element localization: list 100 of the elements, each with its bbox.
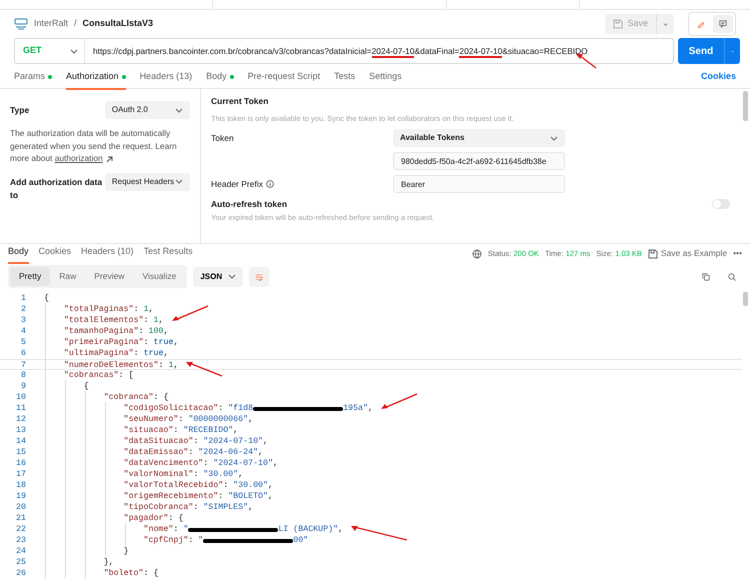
code-text: "valorTotalRecebido": "30.00",: [124, 480, 273, 491]
request-name: ConsultaLIstaV3: [82, 17, 154, 30]
line-number: 12: [15, 414, 27, 425]
line-number: 16: [15, 458, 27, 469]
globe-icon: [472, 248, 482, 258]
info-icon: [266, 180, 274, 188]
code-text: "primeiraPagina": true,: [64, 337, 178, 348]
code-text: "pagador": {: [124, 513, 184, 524]
line-number: 8: [20, 370, 27, 381]
request-tab[interactable]: Headers (13): [140, 70, 192, 90]
more-options-button[interactable]: •••: [733, 247, 742, 260]
workspace-name[interactable]: InterRalt: [34, 17, 68, 31]
code-text: 195a",: [343, 403, 373, 414]
auto-refresh-label: Auto-refresh token: [211, 198, 288, 211]
code-text: },: [104, 557, 114, 568]
code-text: "cobrancas": [: [64, 370, 134, 381]
code-text: 00": [293, 535, 308, 546]
code-text: "seuNumero": "0000000066",: [124, 414, 254, 425]
code-text: {: [84, 381, 89, 392]
line-number: 9: [20, 381, 27, 392]
request-tab[interactable]: Pre-request Script: [248, 70, 320, 90]
response-tab[interactable]: Cookies: [38, 243, 72, 264]
line-number: 10: [15, 392, 27, 403]
view-tab[interactable]: Visualize: [133, 267, 186, 286]
line-number: 6: [20, 348, 27, 359]
request-tab[interactable]: Params: [14, 70, 52, 90]
code-text: "dataVencimento": "2024-07-10",: [124, 458, 278, 469]
comment-icon: [719, 19, 727, 29]
line-number: 26: [15, 568, 27, 579]
view-tab[interactable]: Preview: [85, 267, 134, 286]
line-number: 23: [15, 535, 27, 546]
cookies-link[interactable]: Cookies: [700, 70, 736, 84]
save-as-example-button[interactable]: Save as Example: [648, 247, 728, 260]
line-number: 24: [15, 546, 27, 557]
line-number: 15: [15, 447, 27, 458]
code-text: "boleto": {: [104, 568, 158, 579]
line-number: 18: [15, 480, 27, 491]
field-label: Token: [211, 132, 234, 144]
copy-icon: [702, 272, 710, 282]
code-text: "numeroDeElementos": 1,: [64, 360, 178, 371]
line-number: 20: [15, 502, 27, 513]
request-tab[interactable]: Tests: [334, 70, 356, 90]
caret-icon: [550, 134, 558, 142]
line-number: 13: [15, 425, 27, 436]
view-tab[interactable]: Pretty: [10, 267, 50, 286]
token-field[interactable]: 980dedd5-f50a-4c2f-a692-611645dfb38e: [393, 152, 565, 170]
code-text: "totalElementos": 1,: [64, 315, 164, 326]
external-link-icon: [106, 156, 113, 162]
view-tab[interactable]: Raw: [50, 267, 86, 286]
line-number: 21: [15, 513, 27, 524]
format-dropdown[interactable]: JSON: [193, 266, 244, 286]
section-title: Current Token: [211, 95, 270, 108]
token-dropdown[interactable]: Available Tokens: [393, 129, 565, 147]
header-prefix-field[interactable]: Bearer: [393, 175, 565, 193]
line-number: 22: [15, 524, 27, 535]
code-text: "tamanhoPagina": 100,: [64, 326, 168, 337]
search-icon: [728, 272, 736, 282]
url-field[interactable]: https://cdpj.partners.bancointer.com.br/cobranca/v3/cobrancas?dataInicial=2024-07-10&dataFinal=2024-07-10&situacao=RECEBIDO: [85, 44, 588, 58]
code-text: "origemRecebimento": "BOLETO",: [124, 491, 273, 502]
line-number: 4: [20, 326, 27, 337]
line-number: 19: [15, 491, 27, 502]
line-number: 17: [15, 469, 27, 480]
code-text: {: [44, 293, 49, 304]
request-tab[interactable]: Settings: [369, 70, 402, 90]
scrollbar-thumb[interactable]: [743, 292, 748, 306]
type-dropdown[interactable]: OAuth 2.0: [104, 101, 190, 119]
code-text: "tipoCobranca": "SIMPLES",: [124, 502, 254, 513]
http-icon: [14, 18, 28, 30]
response-tab[interactable]: Headers (10): [81, 243, 134, 264]
breadcrumb-separator: /: [74, 17, 77, 30]
scrollbar-thumb[interactable]: [743, 91, 748, 121]
code-text: "ultimaPagina": true,: [64, 348, 168, 359]
comments-button[interactable]: [713, 15, 733, 33]
code-text: "dataEmissao": "2024-06-24",: [124, 447, 264, 458]
line-number: 5: [20, 337, 27, 348]
field-label: Header Prefix: [211, 178, 263, 190]
auto-refresh-toggle[interactable]: [712, 199, 730, 210]
code-text: "dataSituacao": "2024-07-10",: [124, 436, 268, 447]
add-authorization-label: Add authorization data to: [10, 176, 104, 202]
type-label: Type: [10, 104, 30, 117]
request-tab[interactable]: Body: [206, 70, 234, 90]
save-icon: [648, 248, 658, 258]
caret-icon: [175, 178, 183, 186]
code-text: "valorNominal": "30.00",: [124, 469, 244, 480]
line-number: 25: [15, 557, 27, 568]
request-tab[interactable]: Authorization: [66, 70, 126, 90]
line-number: 3: [20, 315, 27, 326]
description-text: The authorization data will be automatically generated when you send the request. Learn more about authorization: [10, 127, 178, 165]
code-text: "cobranca": {: [104, 392, 168, 403]
line-number: 7: [20, 360, 27, 371]
response-tab[interactable]: Test Results: [144, 243, 193, 264]
caret-icon: [228, 273, 236, 280]
wrap-lines-button[interactable]: [249, 266, 270, 286]
add-to-dropdown[interactable]: Request Headers: [104, 172, 190, 191]
caret-icon: [175, 106, 183, 114]
authorization-link[interactable]: authorization: [54, 153, 103, 164]
code-text: }: [124, 546, 129, 557]
line-number: 14: [15, 436, 27, 447]
save-dropdown-button[interactable]: [656, 14, 674, 34]
code-text: "cpfCnpj": ": [144, 535, 204, 546]
